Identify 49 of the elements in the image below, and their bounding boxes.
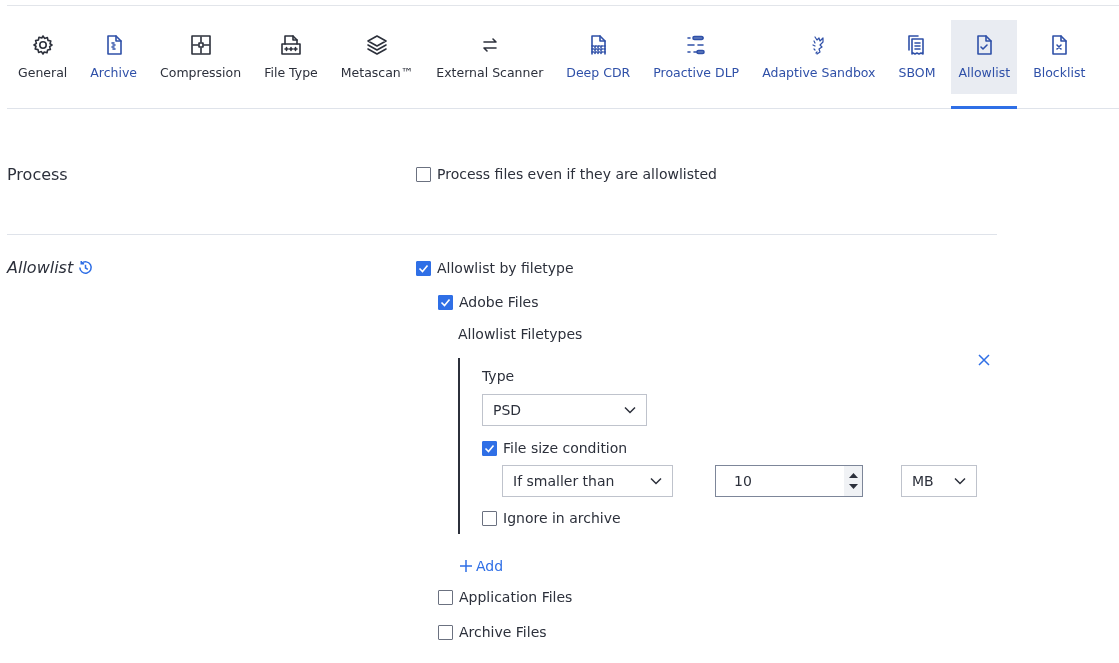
settings-tab[interactable]: Blocklist: [1026, 20, 1093, 109]
settings-tab[interactable]: Deep CDR: [559, 20, 638, 109]
checkbox-label: Adobe Files: [459, 294, 539, 310]
chevron-down-icon: [650, 477, 662, 485]
field-label: Type: [482, 368, 516, 384]
settings-tab[interactable]: File Type: [257, 20, 325, 109]
checkbox[interactable]: [438, 294, 453, 310]
type-select[interactable]: PSD: [482, 394, 647, 426]
checkmark-icon: [418, 262, 429, 274]
chevron-down-icon: [954, 477, 966, 485]
gear-icon: [30, 33, 55, 57]
checkbox-label: Process files even if they are allowlisted: [437, 166, 717, 182]
checkbox[interactable]: [416, 260, 431, 276]
condition-select[interactable]: If smaller than: [502, 465, 673, 497]
settings-tab[interactable]: SBOM: [891, 20, 943, 109]
chevron-down-icon: [624, 406, 636, 414]
plus-icon: [460, 560, 472, 572]
settings-tab[interactable]: Archive: [83, 20, 145, 109]
file-type-icon: [278, 33, 303, 57]
checkbox[interactable]: [416, 166, 431, 182]
checkbox-label: Ignore in archive: [503, 510, 621, 526]
unit-select[interactable]: MB: [901, 465, 977, 497]
compress-icon: [188, 33, 213, 57]
checkmark-icon: [484, 442, 495, 454]
checkbox-label: Allowlist by filetype: [437, 260, 574, 276]
checkbox-label: File size condition: [503, 440, 628, 456]
checkbox[interactable]: [438, 624, 453, 640]
settings-tab[interactable]: Metascan™: [333, 20, 421, 109]
checkbox[interactable]: [482, 440, 497, 456]
settings-tab[interactable]: Compression: [153, 20, 249, 109]
settings-tab[interactable]: Allowlist: [951, 20, 1018, 109]
layers-icon: [365, 33, 390, 57]
settings-tab[interactable]: External Scanner: [429, 20, 551, 109]
subsection-title: Allowlist Filetypes: [458, 326, 584, 342]
close-icon[interactable]: [978, 354, 990, 366]
checkbox-label: Application Files: [459, 589, 573, 605]
checkbox-label: Archive Files: [459, 624, 547, 640]
stepper-icon[interactable]: [848, 472, 858, 490]
section-label: Allowlist: [7, 258, 74, 277]
checkmark-icon: [440, 296, 451, 308]
size-input[interactable]: 10: [715, 465, 863, 497]
history-icon[interactable]: [77, 259, 95, 276]
section-label: Process: [7, 164, 69, 184]
settings-tab[interactable]: General: [11, 20, 75, 109]
settings-tab[interactable]: Proactive DLP: [646, 20, 747, 109]
checkbox[interactable]: [438, 589, 453, 605]
checkbox[interactable]: [482, 510, 497, 526]
settings-tab[interactable]: Adaptive Sandbox: [755, 20, 883, 109]
add-link[interactable]: Add: [460, 558, 504, 574]
